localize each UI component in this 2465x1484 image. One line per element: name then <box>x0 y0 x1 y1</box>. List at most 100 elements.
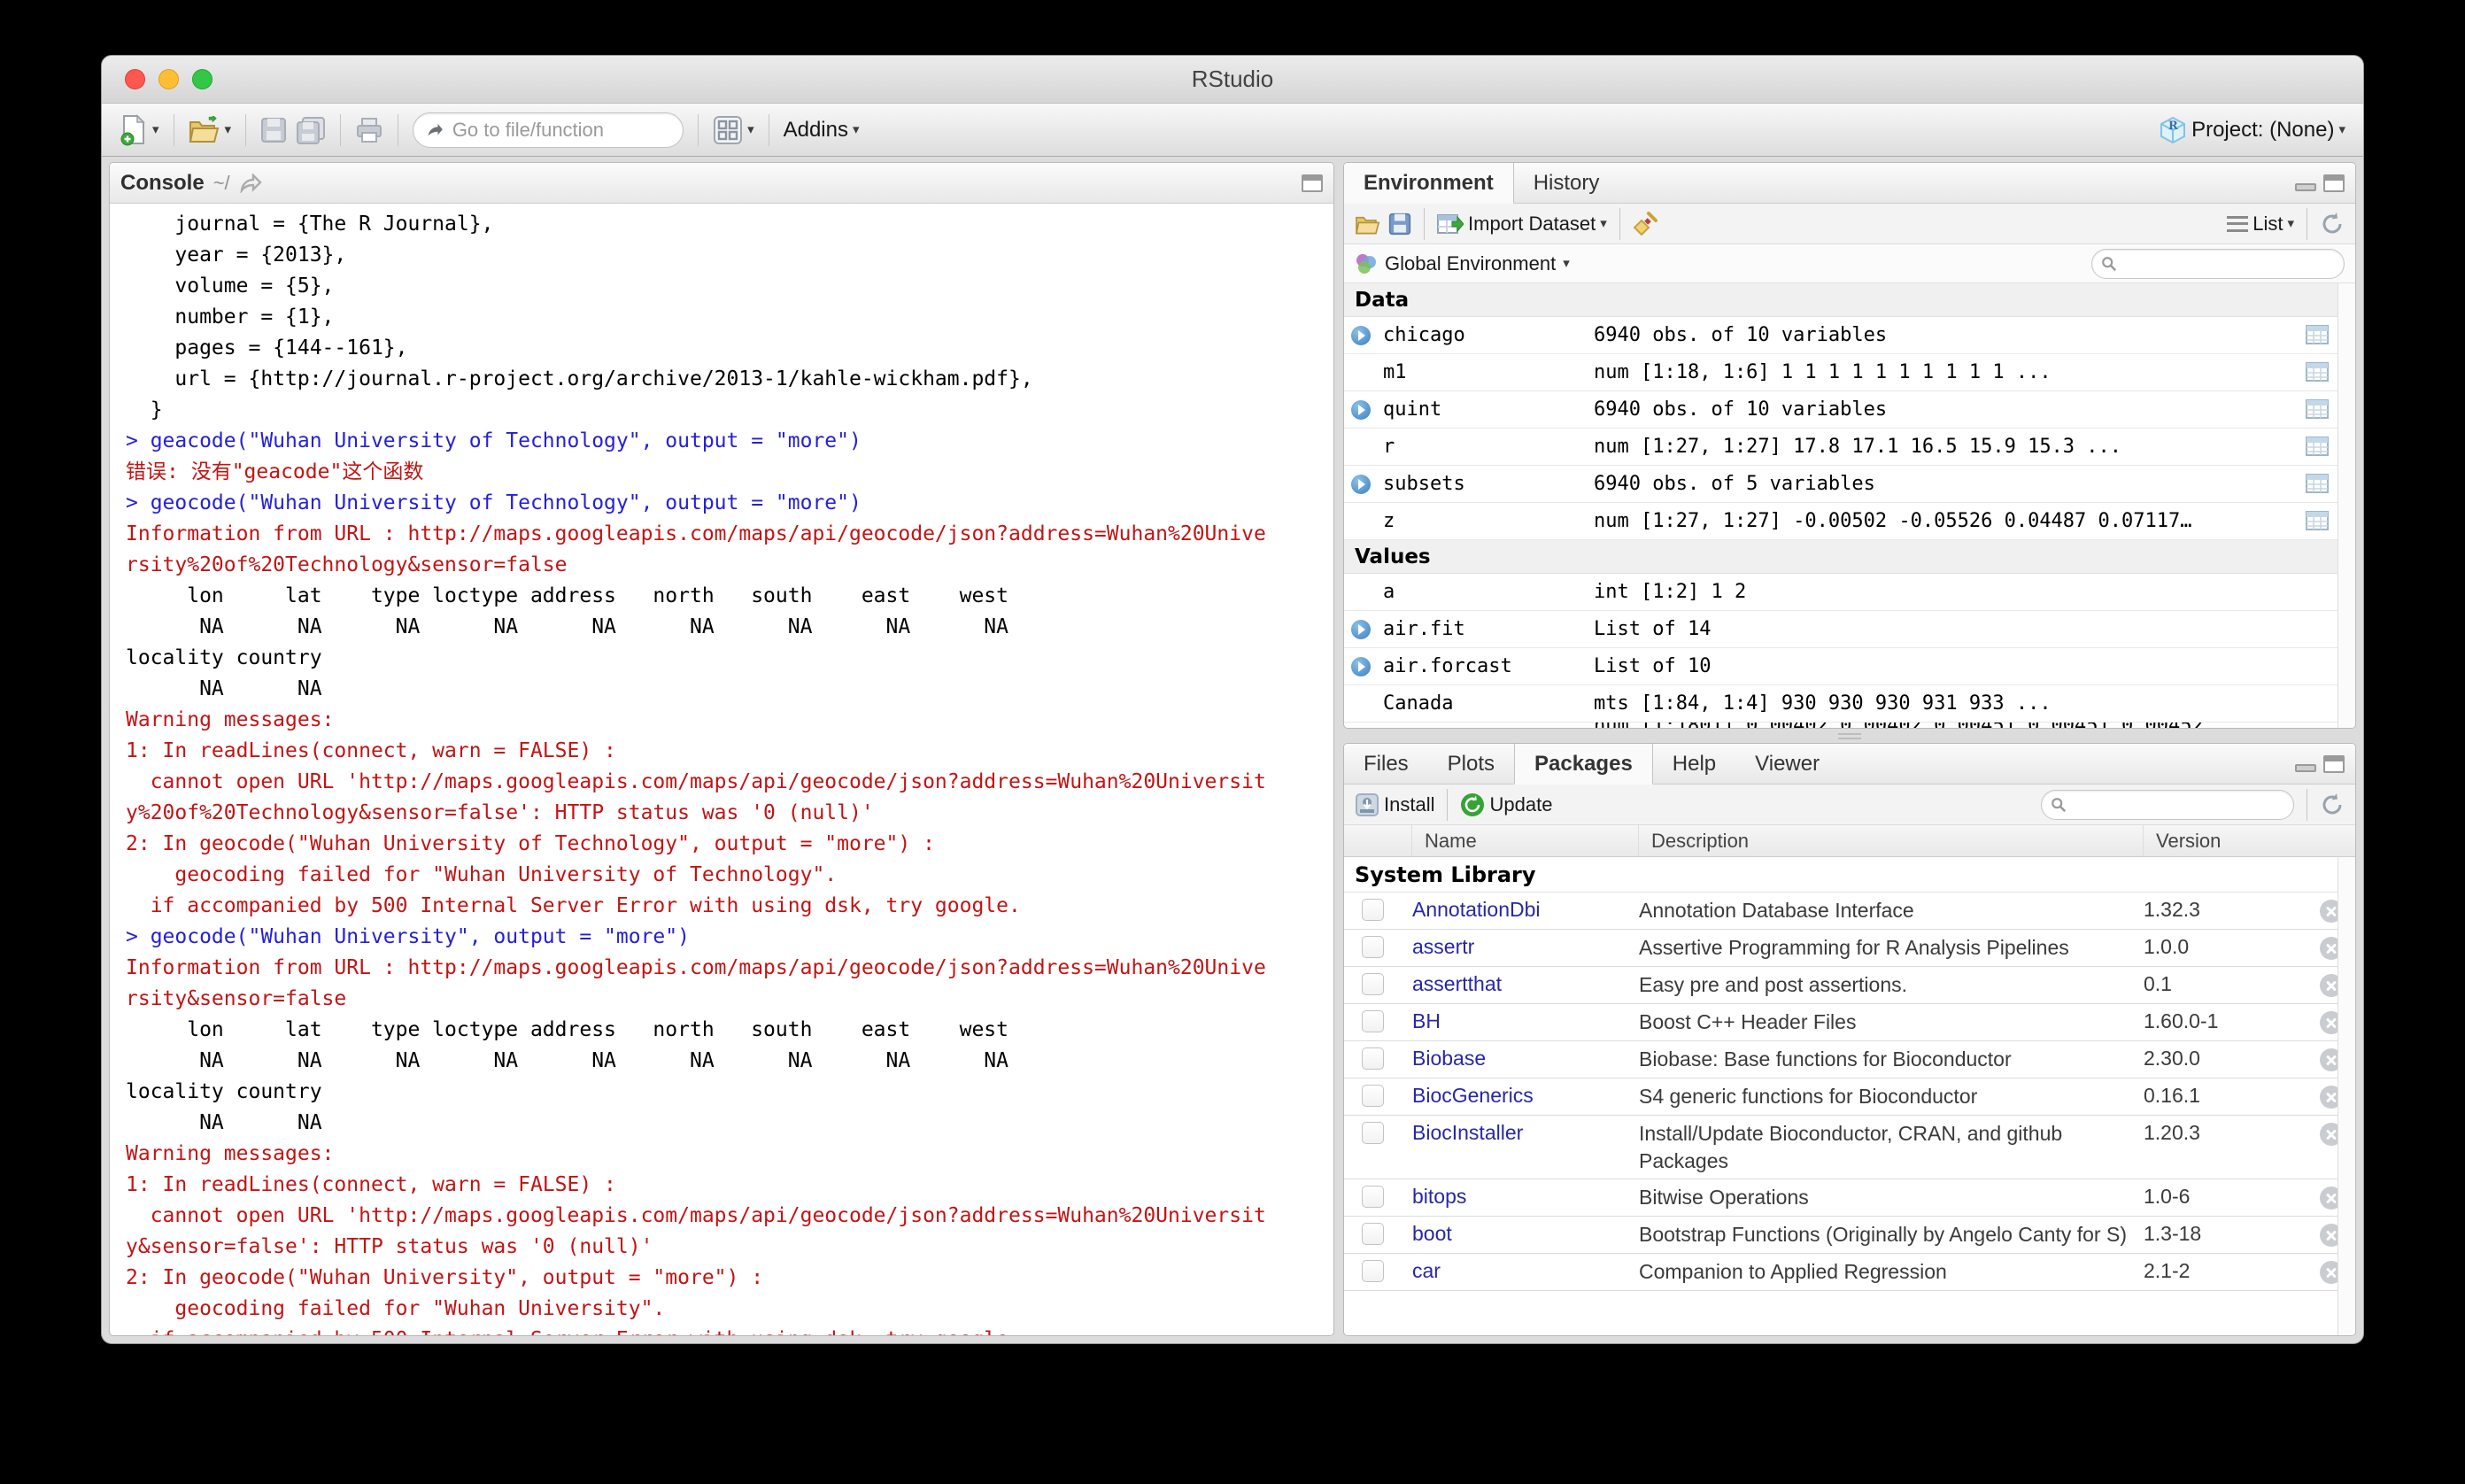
package-link[interactable]: BiocGenerics <box>1412 1083 1639 1108</box>
packages-minimize-icon[interactable] <box>2295 764 2316 772</box>
view-data-icon[interactable] <box>2306 325 2329 344</box>
tab-environment[interactable]: Environment <box>1344 163 1514 204</box>
packages-search-input[interactable] <box>2074 793 2284 815</box>
environment-search-input[interactable] <box>2124 252 2335 274</box>
packages-maximize-icon[interactable] <box>2323 754 2345 773</box>
package-checkbox[interactable] <box>1362 899 1384 921</box>
package-link[interactable]: car <box>1412 1258 1639 1283</box>
env-row-quint[interactable]: quint 6940 obs. of 10 variables <box>1344 391 2355 429</box>
tab-packages[interactable]: Packages <box>1514 744 1653 785</box>
package-link[interactable]: boot <box>1412 1221 1639 1246</box>
package-link[interactable]: BiocInstaller <box>1412 1120 1639 1145</box>
name-column-header[interactable]: Name <box>1412 825 1639 856</box>
zoom-button[interactable] <box>192 69 212 89</box>
packages-search[interactable] <box>2041 789 2294 820</box>
env-row-chicago[interactable]: chicago 6940 obs. of 10 variables <box>1344 317 2355 354</box>
list-view-caret: ▾ <box>2287 216 2294 231</box>
package-checkbox[interactable] <box>1362 1186 1384 1208</box>
pane-splitter[interactable] <box>1343 729 2356 743</box>
addins-menu[interactable]: Addins ▾ <box>784 118 860 143</box>
env-row-partial[interactable]: num [1:1801] 0.00402 0.00402 0.00451 0.0… <box>1344 723 2355 728</box>
traffic-lights <box>125 56 212 103</box>
env-row-subsets[interactable]: subsets 6940 obs. of 5 variables <box>1344 466 2355 503</box>
refresh-environment-button[interactable] <box>2320 212 2345 236</box>
environment-minimize-icon[interactable] <box>2295 183 2316 191</box>
version-column-header[interactable]: Version <box>2144 825 2290 856</box>
console-goto-dir-icon[interactable] <box>239 173 262 193</box>
console-line: > geocode("Wuhan University of Technolog… <box>126 491 862 514</box>
package-link[interactable]: AnnotationDbi <box>1412 897 1639 922</box>
env-row-a[interactable]: a int [1:2] 1 2 <box>1344 574 2355 611</box>
env-row-air-forcast[interactable]: air.forcast List of 10 <box>1344 648 2355 685</box>
console-line: url = {http://journal.r-project.org/arch… <box>126 367 1033 390</box>
console-tab[interactable]: Console <box>120 171 205 196</box>
package-checkbox[interactable] <box>1362 1010 1384 1032</box>
view-data-icon[interactable] <box>2306 399 2329 419</box>
tab-history[interactable]: History <box>1514 163 1619 203</box>
scope-selector[interactable]: Global Environment <box>1385 252 1556 275</box>
package-checkbox[interactable] <box>1362 1085 1384 1107</box>
view-data-icon[interactable] <box>2306 474 2329 493</box>
package-link[interactable]: assertthat <box>1412 971 1639 996</box>
list-view-button[interactable]: List ▾ <box>2227 213 2294 236</box>
tab-plots[interactable]: Plots <box>1428 744 1514 784</box>
clear-environment-button[interactable] <box>1633 211 1658 236</box>
package-link[interactable]: bitops <box>1412 1184 1639 1209</box>
tab-viewer[interactable]: Viewer <box>1735 744 1839 784</box>
pane-layout-button[interactable]: ▾ <box>713 115 754 145</box>
package-checkbox[interactable] <box>1362 1122 1384 1144</box>
environment-scrollbar[interactable] <box>2338 283 2355 728</box>
refresh-packages-button[interactable] <box>2320 792 2345 817</box>
save-button[interactable] <box>260 117 287 143</box>
package-checkbox[interactable] <box>1362 1260 1384 1282</box>
package-link[interactable]: BH <box>1412 1009 1639 1033</box>
packages-scrollbar[interactable] <box>2338 857 2355 1335</box>
tab-help[interactable]: Help <box>1653 744 1735 784</box>
expand-icon[interactable] <box>1351 399 1371 420</box>
expand-icon[interactable] <box>1351 474 1371 494</box>
project-menu[interactable]: R Project: (None) ▾ <box>2159 116 2345 144</box>
env-row-r[interactable]: r num [1:27, 1:27] 17.8 17.1 16.5 15.9 1… <box>1344 429 2355 466</box>
load-workspace-button[interactable] <box>1355 213 1381 236</box>
package-link[interactable]: assertr <box>1412 934 1639 959</box>
expand-icon[interactable] <box>1351 619 1371 639</box>
console-line: volume = {5}, <box>126 274 335 298</box>
expand-icon[interactable] <box>1351 325 1371 345</box>
import-dataset-button[interactable]: Import Dataset ▾ <box>1437 213 1607 236</box>
console-maximize-icon[interactable] <box>1302 174 1323 192</box>
new-file-button[interactable]: ▾ <box>120 113 159 146</box>
view-data-icon[interactable] <box>2306 437 2329 456</box>
env-row-m1[interactable]: m1 num [1:18, 1:6] 1 1 1 1 1 1 1 1 1 1 .… <box>1344 354 2355 391</box>
environment-search[interactable] <box>2091 248 2345 279</box>
object-name: air.fit <box>1383 618 1465 640</box>
scope-caret: ▾ <box>1563 256 1570 271</box>
print-button[interactable] <box>355 117 383 143</box>
package-checkbox[interactable] <box>1362 1223 1384 1245</box>
goto-file-input[interactable] <box>450 117 671 143</box>
packages-toolbar: Install Update <box>1344 785 2355 825</box>
description-column-header[interactable]: Description <box>1639 825 2144 856</box>
install-button[interactable]: Install <box>1355 792 1434 817</box>
view-data-icon[interactable] <box>2306 511 2329 530</box>
package-checkbox[interactable] <box>1362 936 1384 958</box>
console-output[interactable]: journal = {The R Journal}, year = {2013}… <box>110 204 1333 1335</box>
tab-files[interactable]: Files <box>1344 744 1428 784</box>
env-row-z[interactable]: z num [1:27, 1:27] -0.00502 -0.05526 0.0… <box>1344 503 2355 540</box>
package-checkbox[interactable] <box>1362 1047 1384 1070</box>
update-button[interactable]: Update <box>1460 792 1552 817</box>
view-data-icon[interactable] <box>2306 362 2329 382</box>
environment-maximize-icon[interactable] <box>2323 174 2345 192</box>
expand-icon[interactable] <box>1351 656 1371 676</box>
package-link[interactable]: Biobase <box>1412 1046 1639 1070</box>
env-row-air-fit[interactable]: air.fit List of 14 <box>1344 611 2355 648</box>
goto-file-search[interactable] <box>413 112 684 148</box>
save-workspace-button[interactable] <box>1388 213 1411 236</box>
env-row-canada[interactable]: Canada mts [1:84, 1:4] 930 930 930 931 9… <box>1344 685 2355 723</box>
addins-caret: ▾ <box>852 122 860 137</box>
minimize-button[interactable] <box>158 69 179 89</box>
close-button[interactable] <box>125 69 145 89</box>
open-file-button[interactable]: ▾ <box>189 115 231 144</box>
package-checkbox[interactable] <box>1362 973 1384 995</box>
package-description: Annotation Database Interface <box>1639 899 1914 922</box>
save-all-button[interactable] <box>296 116 326 144</box>
